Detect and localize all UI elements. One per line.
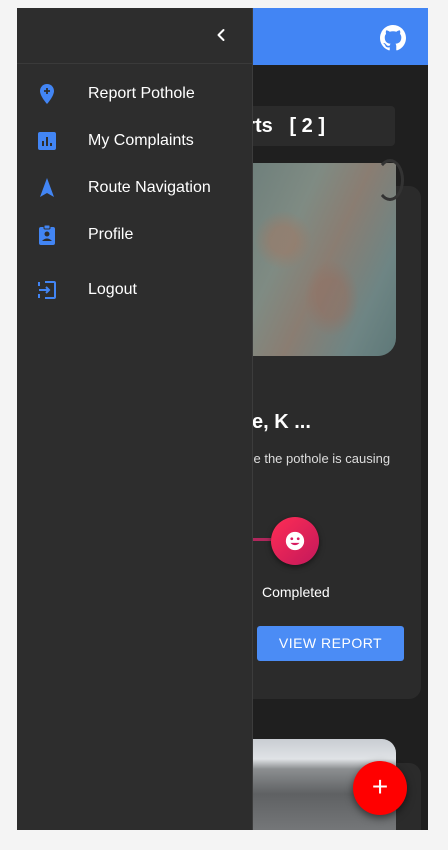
status-indicator — [271, 517, 319, 565]
app-screen: orts [ 2 ] e, K ... ce the pothole is ca… — [17, 8, 428, 830]
nav-label: Logout — [88, 281, 137, 298]
pothole-photo — [235, 159, 404, 356]
nav-item-report-pothole[interactable]: Report Pothole — [17, 72, 252, 116]
smiley-icon — [285, 531, 305, 551]
nav-label: My Complaints — [88, 132, 194, 149]
bar-chart-icon — [38, 132, 56, 150]
github-icon[interactable] — [380, 25, 406, 51]
status-label: Completed — [262, 584, 330, 600]
report-title: e, K ... — [252, 411, 311, 433]
logout-icon — [38, 281, 56, 299]
navigation-arrow-icon — [40, 178, 54, 197]
nav-label: Profile — [88, 226, 134, 243]
pin-plus-icon — [40, 84, 54, 104]
nav-item-profile[interactable]: Profile — [17, 213, 252, 257]
chevron-left-icon[interactable] — [213, 27, 229, 43]
nav-item-route-navigation[interactable]: Route Navigation — [17, 166, 252, 210]
drawer-header — [17, 8, 252, 64]
nav-item-logout[interactable]: Logout — [17, 268, 252, 312]
report-description: ce the pothole is causing — [247, 451, 391, 466]
navigation-drawer: Report Pothole My Complaints Route Navig… — [17, 8, 253, 830]
nav-label: Report Pothole — [88, 85, 195, 102]
view-report-button[interactable]: VIEW REPORT — [257, 626, 404, 661]
nav-item-my-complaints[interactable]: My Complaints — [17, 119, 252, 163]
plus-icon: + — [371, 771, 389, 802]
add-report-fab[interactable]: + — [353, 761, 407, 815]
badge-icon — [39, 224, 55, 245]
nav-label: Route Navigation — [88, 179, 211, 196]
reports-heading: orts [ 2 ] — [235, 106, 395, 146]
